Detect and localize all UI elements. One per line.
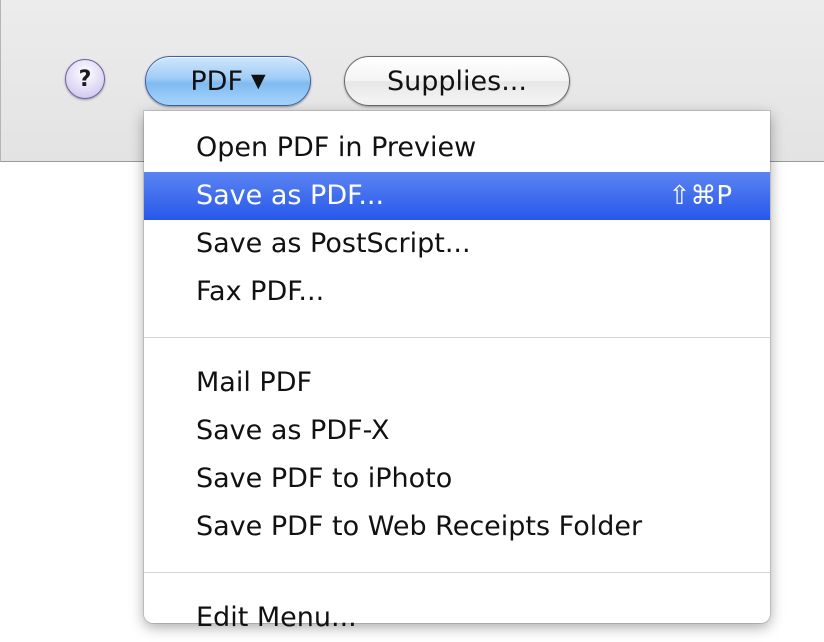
supplies-button-label: Supplies... [387, 65, 527, 97]
pdf-dropdown-menu: Open PDF in Preview Save as PDF... ⇧⌘P S… [144, 111, 770, 633]
menu-item-mail-pdf[interactable]: Mail PDF [144, 359, 770, 407]
menu-item-save-pdf-to-web-receipts[interactable]: Save PDF to Web Receipts Folder [144, 503, 770, 551]
menu-separator [144, 337, 770, 338]
menu-item-label: Fax PDF... [196, 276, 325, 307]
keyboard-shortcut: ⇧⌘P [668, 181, 732, 211]
menu-item-label: Edit Menu... [196, 602, 357, 633]
menu-item-save-as-pdf-x[interactable]: Save as PDF-X [144, 407, 770, 455]
menu-item-label: Mail PDF [196, 367, 313, 398]
menu-item-label: Save as PostScript... [196, 228, 471, 259]
pdf-button-label: PDF [190, 65, 243, 97]
question-mark-icon: ? [78, 66, 92, 92]
triangle-down-icon: ▼ [250, 69, 266, 92]
help-button[interactable]: ? [65, 59, 105, 99]
menu-item-fax-pdf[interactable]: Fax PDF... [144, 268, 770, 316]
menu-item-open-pdf-in-preview[interactable]: Open PDF in Preview [144, 124, 770, 172]
menu-item-label: Open PDF in Preview [196, 132, 477, 163]
supplies-button[interactable]: Supplies... [344, 56, 570, 106]
menu-item-label: Save as PDF-X [196, 415, 390, 446]
menu-item-save-as-pdf[interactable]: Save as PDF... ⇧⌘P [144, 172, 770, 220]
menu-separator [144, 572, 770, 573]
menu-item-label: Save PDF to iPhoto [196, 463, 453, 494]
menu-item-label: Save PDF to Web Receipts Folder [196, 511, 643, 542]
menu-item-save-as-postscript[interactable]: Save as PostScript... [144, 220, 770, 268]
menu-item-label: Save as PDF... [196, 180, 385, 211]
menu-item-save-pdf-to-iphoto[interactable]: Save PDF to iPhoto [144, 455, 770, 503]
menu-item-edit-menu[interactable]: Edit Menu... [144, 594, 770, 642]
pdf-menu-button[interactable]: PDF ▼ [145, 56, 311, 106]
